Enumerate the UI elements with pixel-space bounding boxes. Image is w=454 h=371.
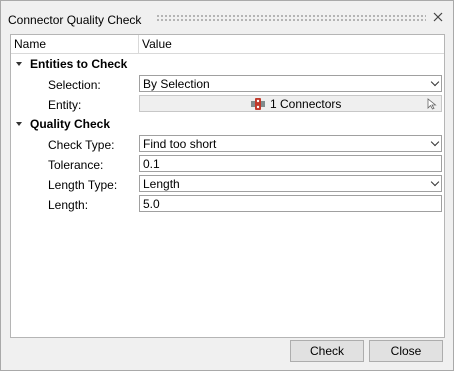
header-divider[interactable] [138,35,139,53]
row-length-type: Length Type: Length [11,174,444,194]
length-type-dropdown[interactable]: Length [139,175,442,192]
length-label: Length: [48,198,89,212]
check-type-label: Check Type: [48,138,115,152]
chevron-down-icon[interactable] [430,177,440,187]
property-grid: Name Value Entities to Check Selection: … [10,34,445,338]
collapse-caret-icon[interactable] [16,62,22,66]
tolerance-label: Tolerance: [48,158,104,172]
check-type-dropdown[interactable]: Find too short [139,135,442,152]
selection-label: Selection: [48,78,101,92]
grid-header: Name Value [11,35,444,54]
check-button[interactable]: Check [290,340,364,362]
tolerance-input[interactable]: 0.1 [139,155,442,172]
close-icon[interactable] [431,10,445,24]
selection-value: By Selection [143,77,210,91]
entity-value: 1 Connectors [270,96,342,111]
row-check-type: Check Type: Find too short [11,134,444,154]
connector-icon [251,97,265,110]
check-type-value: Find too short [143,137,217,151]
group-label: Quality Check [30,117,111,131]
group-quality-check[interactable]: Quality Check [11,114,444,134]
dialog-window: Connector Quality Check Name Value Entit… [0,0,454,371]
chevron-down-icon[interactable] [430,137,440,147]
header-value: Value [142,37,172,51]
length-value: 5.0 [143,197,160,211]
drag-grip[interactable] [156,14,426,22]
row-length: Length: 5.0 [11,194,444,214]
header-name: Name [14,37,47,51]
chevron-down-icon[interactable] [430,77,440,87]
cursor-arrow-icon [427,98,437,110]
selection-dropdown[interactable]: By Selection [139,75,442,92]
length-input[interactable]: 5.0 [139,195,442,212]
length-type-label: Length Type: [48,178,118,192]
collapse-caret-icon[interactable] [16,122,22,126]
entity-selector-button[interactable]: 1 Connectors [139,95,442,112]
row-tolerance: Tolerance: 0.1 [11,154,444,174]
entity-label: Entity: [48,98,82,112]
row-entity: Entity: 1 Connectors [11,94,444,114]
window-title: Connector Quality Check [8,13,142,27]
close-button[interactable]: Close [369,340,443,362]
tolerance-value: 0.1 [143,157,160,171]
title-bar[interactable]: Connector Quality Check [1,1,453,31]
group-label: Entities to Check [30,57,128,71]
length-type-value: Length [143,177,180,191]
group-entities-to-check[interactable]: Entities to Check [11,54,444,74]
row-selection: Selection: By Selection [11,74,444,94]
